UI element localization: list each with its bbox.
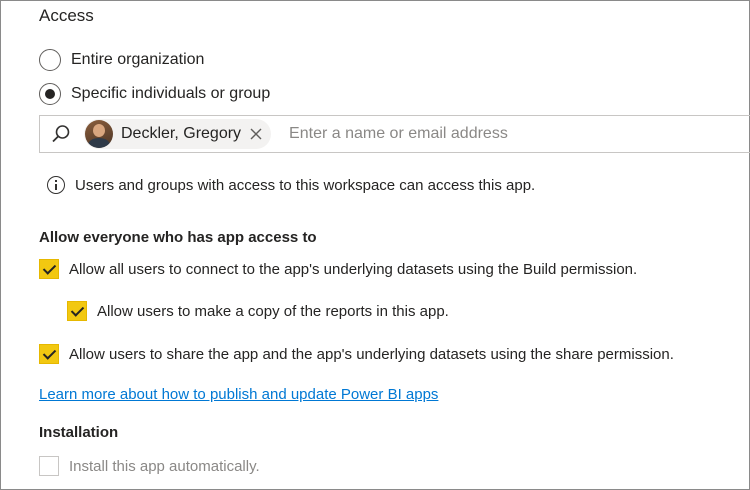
share-permission-checkbox-row[interactable]: Allow users to share the app and the app…	[39, 344, 674, 364]
access-heading: Access	[39, 6, 94, 25]
checkbox-label: Allow users to share the app and the app…	[69, 345, 674, 363]
close-icon[interactable]	[249, 127, 263, 141]
person-chip-name: Deckler, Gregory	[121, 125, 242, 142]
checkbox-checked[interactable]	[67, 301, 87, 321]
person-chip[interactable]: Deckler, Gregory	[84, 119, 272, 149]
people-picker-input[interactable]: Enter a name or email address	[289, 125, 508, 143]
radio-button-selected[interactable]	[39, 83, 61, 105]
build-permission-checkbox-row[interactable]: Allow all users to connect to the app's …	[39, 259, 637, 279]
avatar	[85, 120, 113, 148]
radio-label: Entire organization	[71, 51, 205, 68]
search-icon	[52, 125, 70, 143]
checkbox-label: Install this app automatically.	[69, 457, 260, 475]
copy-reports-checkbox-row[interactable]: Allow users to make a copy of the report…	[67, 301, 449, 321]
learn-more-link[interactable]: Learn more about how to publish and upda…	[39, 386, 438, 403]
checkbox-label: Allow all users to connect to the app's …	[69, 260, 638, 278]
radio-specific-individuals[interactable]: Specific individuals or group	[39, 82, 270, 106]
auto-install-checkbox-row[interactable]: Install this app automatically.	[39, 456, 260, 476]
checkbox-disabled[interactable]	[39, 456, 59, 476]
radio-entire-organization[interactable]: Entire organization	[39, 48, 204, 72]
info-icon	[47, 176, 65, 194]
access-info: Users and groups with access to this wor…	[47, 176, 535, 194]
checkbox-checked[interactable]	[39, 344, 59, 364]
people-picker[interactable]: Deckler, Gregory Enter a name or email a…	[39, 115, 750, 153]
installation-heading: Installation	[39, 424, 119, 441]
radio-button[interactable]	[39, 49, 61, 71]
permissions-heading: Allow everyone who has app access to	[39, 229, 317, 246]
radio-label: Specific individuals or group	[71, 85, 271, 102]
checkbox-label: Allow users to make a copy of the report…	[97, 302, 449, 320]
checkbox-checked[interactable]	[39, 259, 59, 279]
info-text: Users and groups with access to this wor…	[75, 176, 536, 194]
